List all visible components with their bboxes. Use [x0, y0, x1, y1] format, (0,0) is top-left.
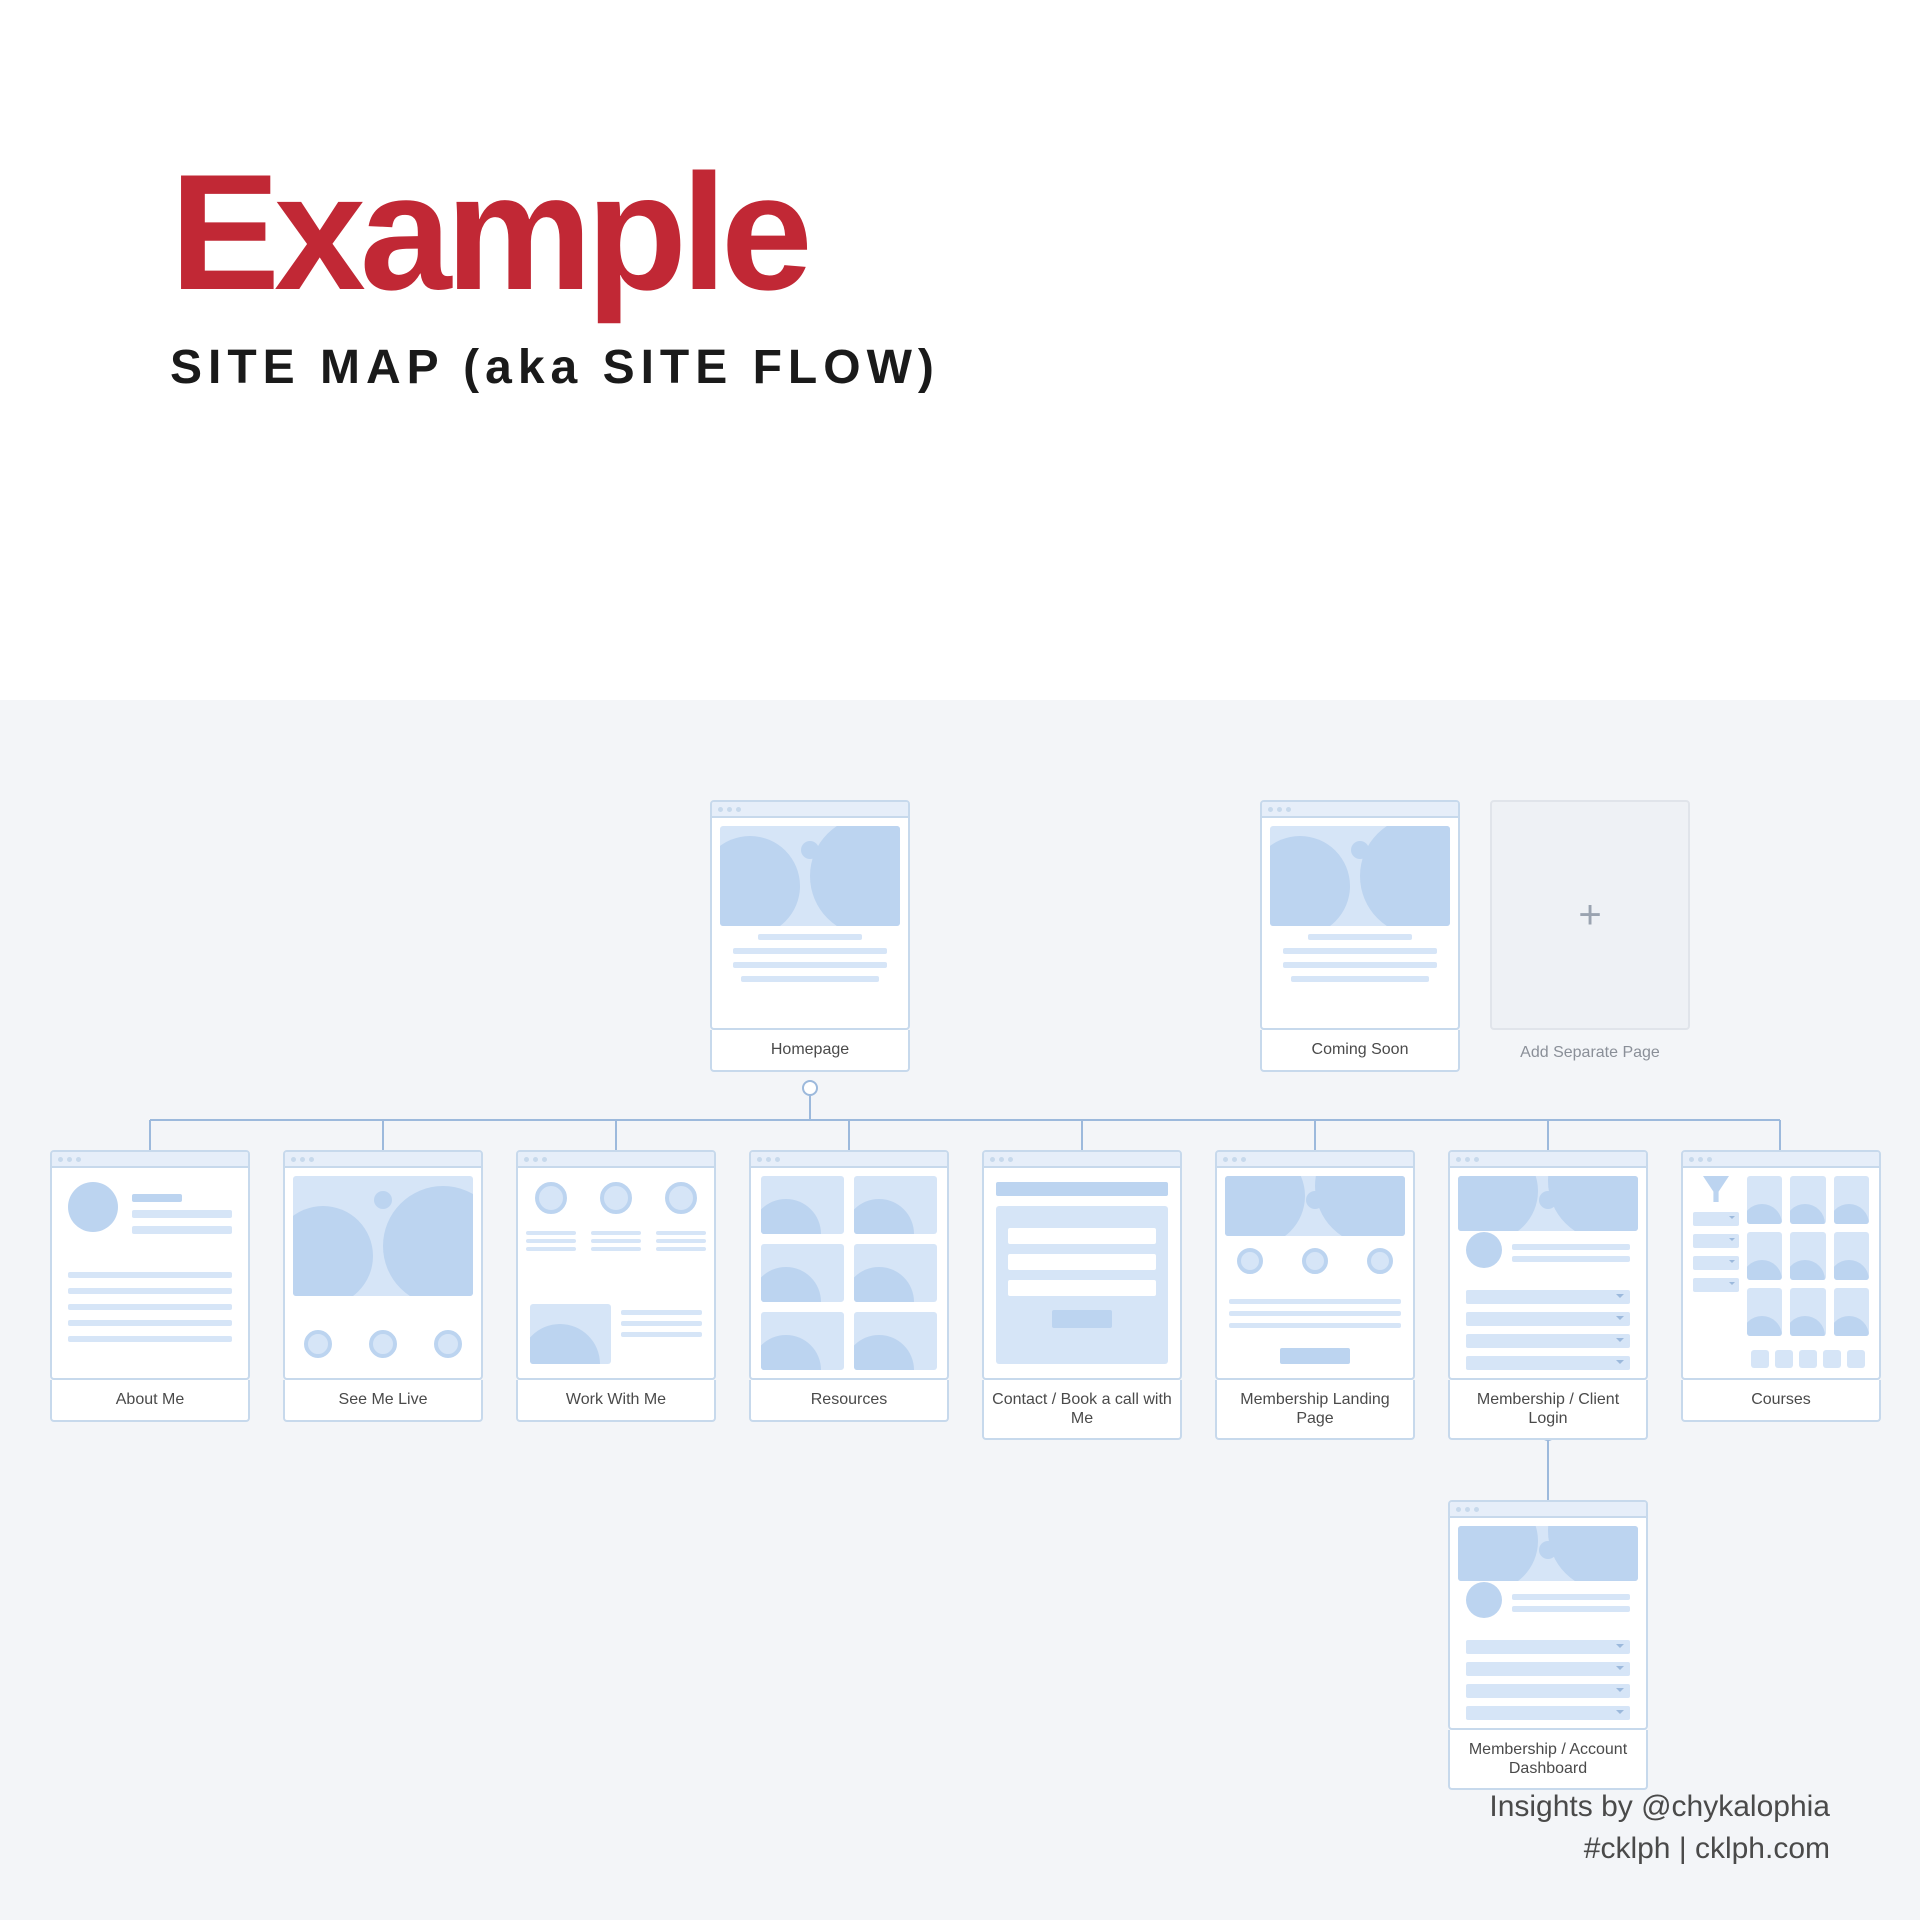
node-label: Courses: [1681, 1380, 1881, 1422]
filter-icon: [1703, 1176, 1729, 1202]
node-label: Resources: [749, 1380, 949, 1422]
node-membership-landing[interactable]: Membership Landing Page: [1215, 1150, 1415, 1440]
header: Example SITE MAP (aka SITE FLOW): [0, 0, 1920, 475]
node-label: See Me Live: [283, 1380, 483, 1422]
footer-line2: #cklph | cklph.com: [1489, 1828, 1830, 1870]
node-work-with-me[interactable]: Work With Me: [516, 1150, 716, 1422]
node-label: Membership Landing Page: [1215, 1380, 1415, 1440]
node-coming-soon[interactable]: Coming Soon: [1260, 800, 1460, 1072]
page-subtitle: SITE MAP (aka SITE FLOW): [170, 340, 1750, 395]
node-resources[interactable]: Resources: [749, 1150, 949, 1422]
node-label: Membership / Client Login: [1448, 1380, 1648, 1440]
node-about-me[interactable]: About Me: [50, 1150, 250, 1422]
node-label: Membership / Account Dashboard: [1448, 1730, 1648, 1790]
footer-credits: Insights by @chykalophia #cklph | cklph.…: [1489, 1786, 1830, 1870]
node-label: Add Separate Page: [1490, 1030, 1690, 1076]
plus-icon: +: [1578, 893, 1601, 938]
node-account-dashboard[interactable]: Membership / Account Dashboard: [1448, 1500, 1648, 1790]
sitemap-canvas: Homepage Coming Soon + Add Separate Page…: [0, 700, 1920, 1920]
node-courses[interactable]: Courses: [1681, 1150, 1881, 1422]
footer-line1: Insights by @chykalophia: [1489, 1786, 1830, 1828]
add-page-button[interactable]: + Add Separate Page: [1490, 800, 1690, 1076]
node-membership-login[interactable]: Membership / Client Login: [1448, 1150, 1648, 1440]
node-label: Homepage: [710, 1030, 910, 1072]
page-title: Example: [170, 150, 1750, 315]
node-label: About Me: [50, 1380, 250, 1422]
node-label: Coming Soon: [1260, 1030, 1460, 1072]
node-homepage[interactable]: Homepage: [710, 800, 910, 1072]
node-label: Contact / Book a call with Me: [982, 1380, 1182, 1440]
node-contact[interactable]: Contact / Book a call with Me: [982, 1150, 1182, 1440]
node-label: Work With Me: [516, 1380, 716, 1422]
node-see-me-live[interactable]: See Me Live: [283, 1150, 483, 1422]
